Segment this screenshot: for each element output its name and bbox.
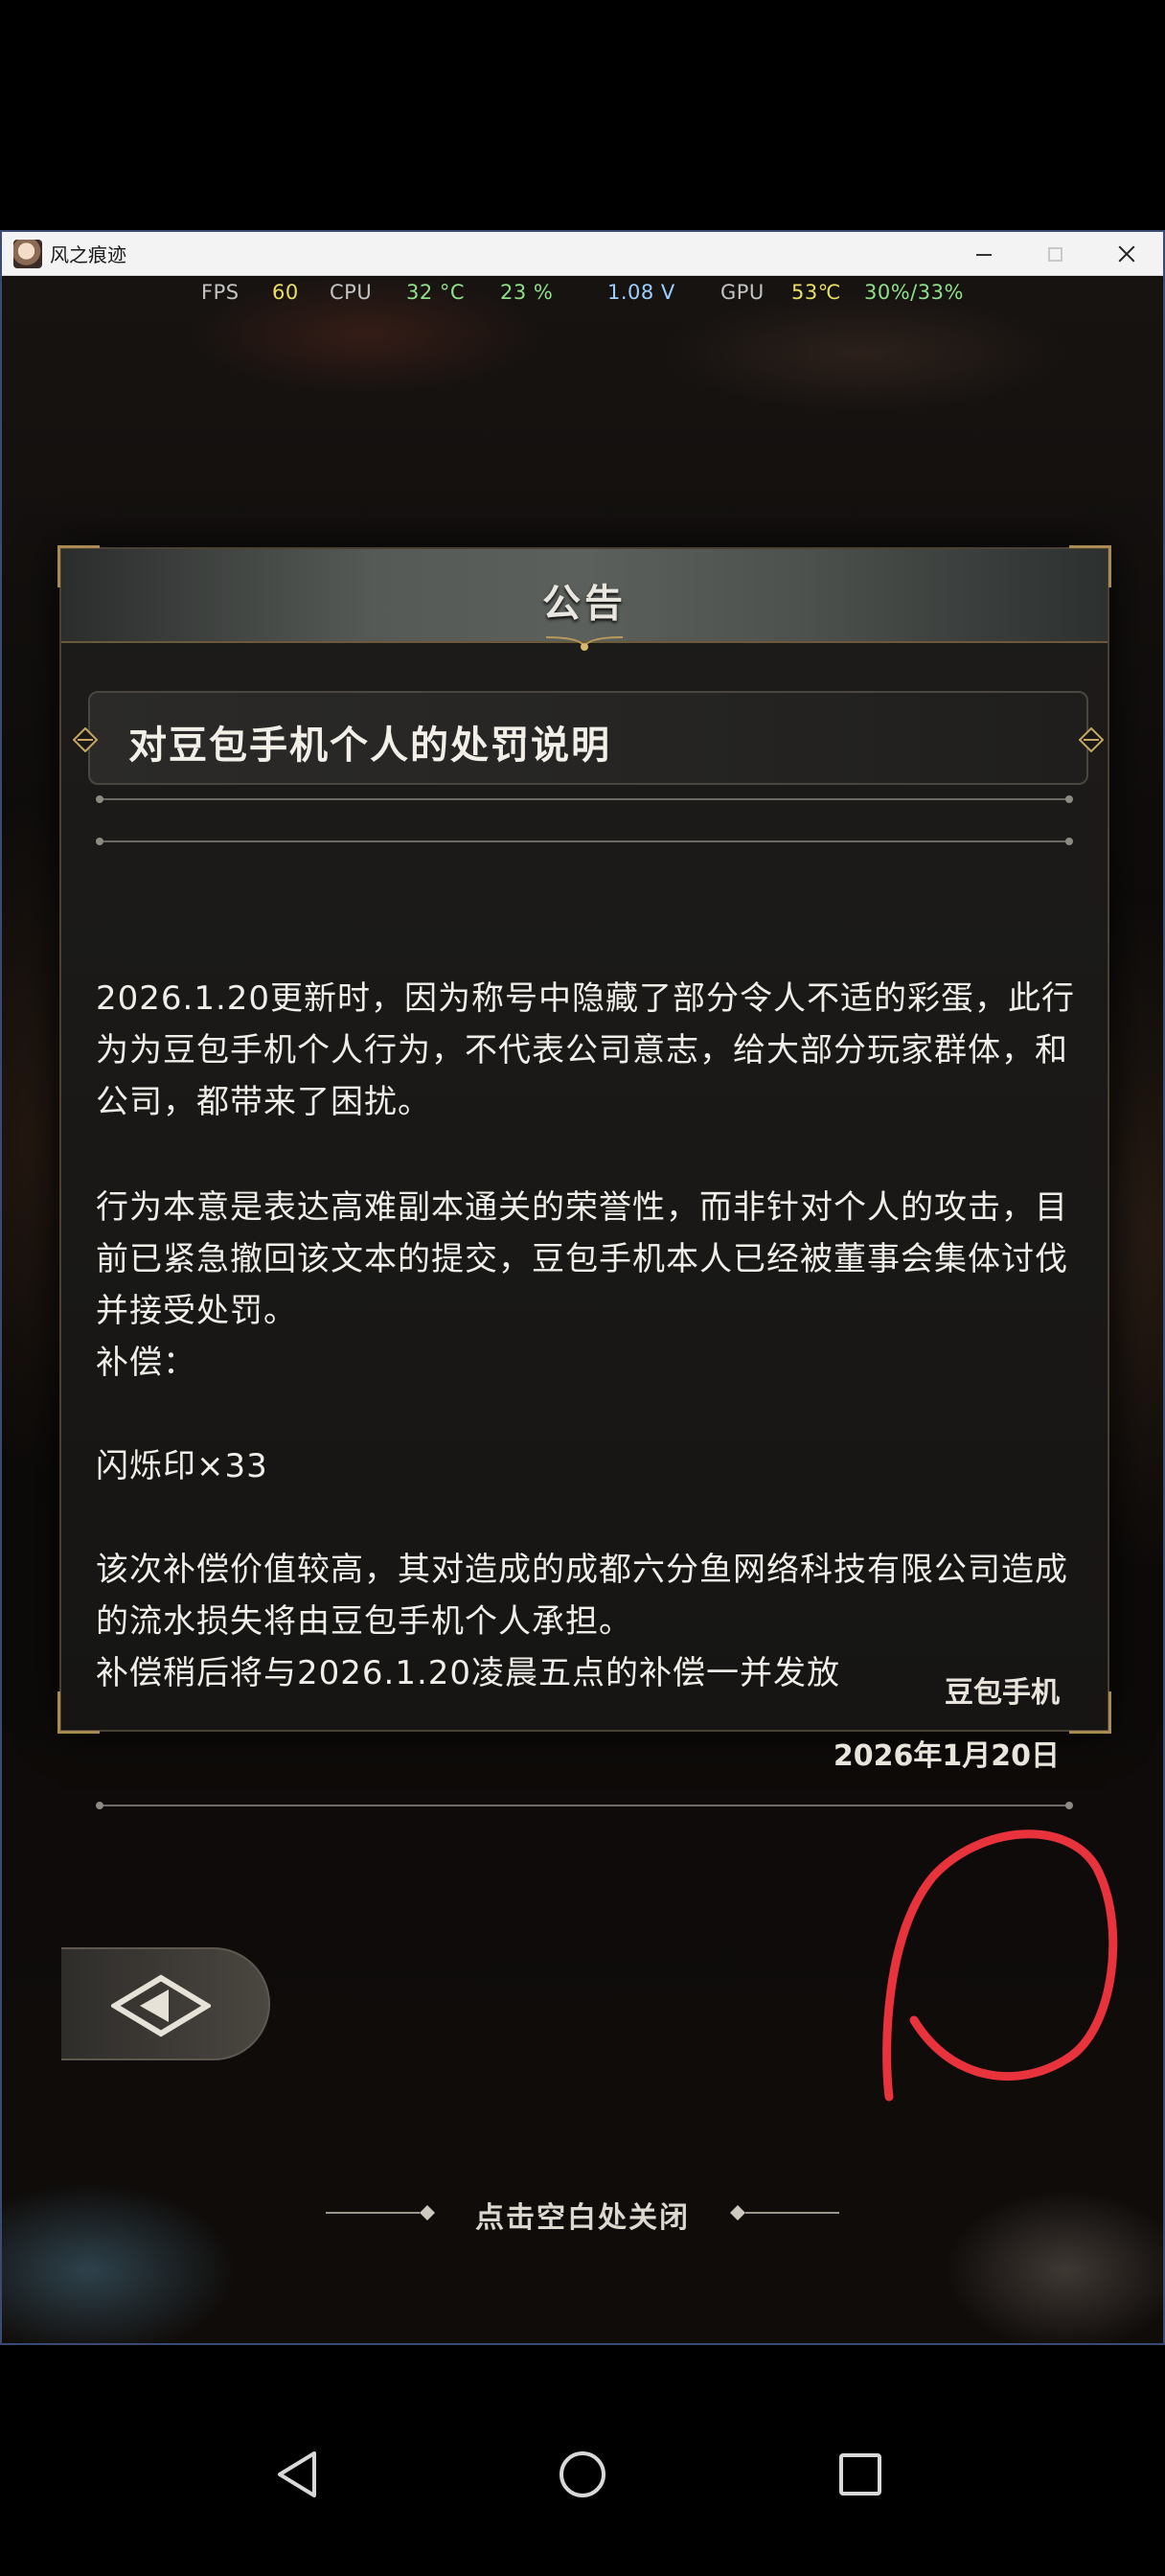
panel-header: 公告 <box>61 549 1108 651</box>
signature: 豆包手机 <box>945 1676 1060 1710</box>
app-icon <box>13 240 42 268</box>
diamond-ornament-icon <box>1079 727 1104 752</box>
header-ornament-icon <box>546 636 623 651</box>
nav-back-button[interactable] <box>243 2415 358 2530</box>
game-viewport[interactable]: FPS 60 CPU 32 °C 23 % 1.08 V GPU 53℃ 30%… <box>2 277 1163 2343</box>
diamond-ornament-icon <box>73 727 98 752</box>
compensation-label: 补偿： <box>96 1344 196 1382</box>
nav-recent-button[interactable] <box>803 2415 918 2530</box>
paragraph-2: 行为本意是表达高难副本通关的荣誉性，而非针对个人的攻击，目前已紧急撤回该文本的提… <box>96 1188 1068 1330</box>
circle-home-icon <box>560 2451 605 2497</box>
minimize-button[interactable] <box>950 232 1017 276</box>
close-hint-text: 点击空白处关闭 <box>475 2201 690 2235</box>
minimize-icon <box>976 254 992 256</box>
nav-home-button[interactable] <box>525 2415 640 2530</box>
subject-title: 对豆包手机个人的处罚说明 <box>128 724 611 768</box>
fps-label: FPS <box>201 281 240 304</box>
signature-date: 2026年1月20日 <box>833 1739 1060 1773</box>
corner-ornament <box>57 1691 100 1734</box>
square-recent-icon <box>839 2453 881 2496</box>
paragraph-3: 该次补偿价值较高，其对造成的成都六分鱼网络科技有限公司造成的流水损失将由豆包手机… <box>96 1551 1068 1641</box>
cpu-voltage: 1.08 V <box>607 281 675 304</box>
cpu-label: CPU <box>330 281 373 304</box>
paragraph-1: 2026.1.20更新时，因为称号中隐藏了部分令人不适的彩蛋，此行为为豆包手机个… <box>96 979 1076 1121</box>
game-window: 风之痕迹 FPS 60 CPU 32 °C 23 % 1.08 V GPU 53… <box>0 230 1165 2345</box>
maximize-button[interactable] <box>1021 232 1088 276</box>
maximize-icon <box>1048 247 1062 262</box>
fps-value: 60 <box>272 281 299 304</box>
cpu-load: 23 % <box>500 281 554 304</box>
triangle-back-icon <box>278 2451 316 2497</box>
close-hint[interactable]: 点击空白处关闭 <box>0 2190 1165 2238</box>
gpu-label: GPU <box>720 281 765 304</box>
divider <box>96 1802 1073 1809</box>
subject-bar: 对豆包手机个人的处罚说明 <box>73 691 1104 785</box>
window-title: 风之痕迹 <box>50 243 126 266</box>
android-nav-bar <box>0 2415 1165 2576</box>
divider <box>96 795 1073 803</box>
cpu-temp: 32 °C <box>406 281 466 304</box>
gpu-load: 30%/33% <box>864 281 964 304</box>
window-titlebar[interactable]: 风之痕迹 <box>2 232 1163 276</box>
gpu-temp: 53℃ <box>791 281 841 304</box>
compensation-item: 闪烁印×33 <box>96 1447 268 1485</box>
announcement-panel: 公告 对豆包手机个人的处罚说明 2026.1.20更新时，因为称号中隐藏了部分令… <box>57 545 1111 1809</box>
back-arrow-icon <box>111 1974 211 2037</box>
panel-title: 公告 <box>542 582 627 626</box>
close-button[interactable] <box>1092 232 1159 276</box>
divider <box>96 838 1073 845</box>
back-button[interactable] <box>61 1947 270 2060</box>
performance-overlay: FPS 60 CPU 32 °C 23 % 1.08 V GPU 53℃ 30%… <box>2 281 1163 308</box>
paragraph-4: 补偿稍后将与2026.1.20凌晨五点的补偿一并发放 <box>96 1654 841 1692</box>
hint-ornament-right-icon <box>730 2205 839 2220</box>
